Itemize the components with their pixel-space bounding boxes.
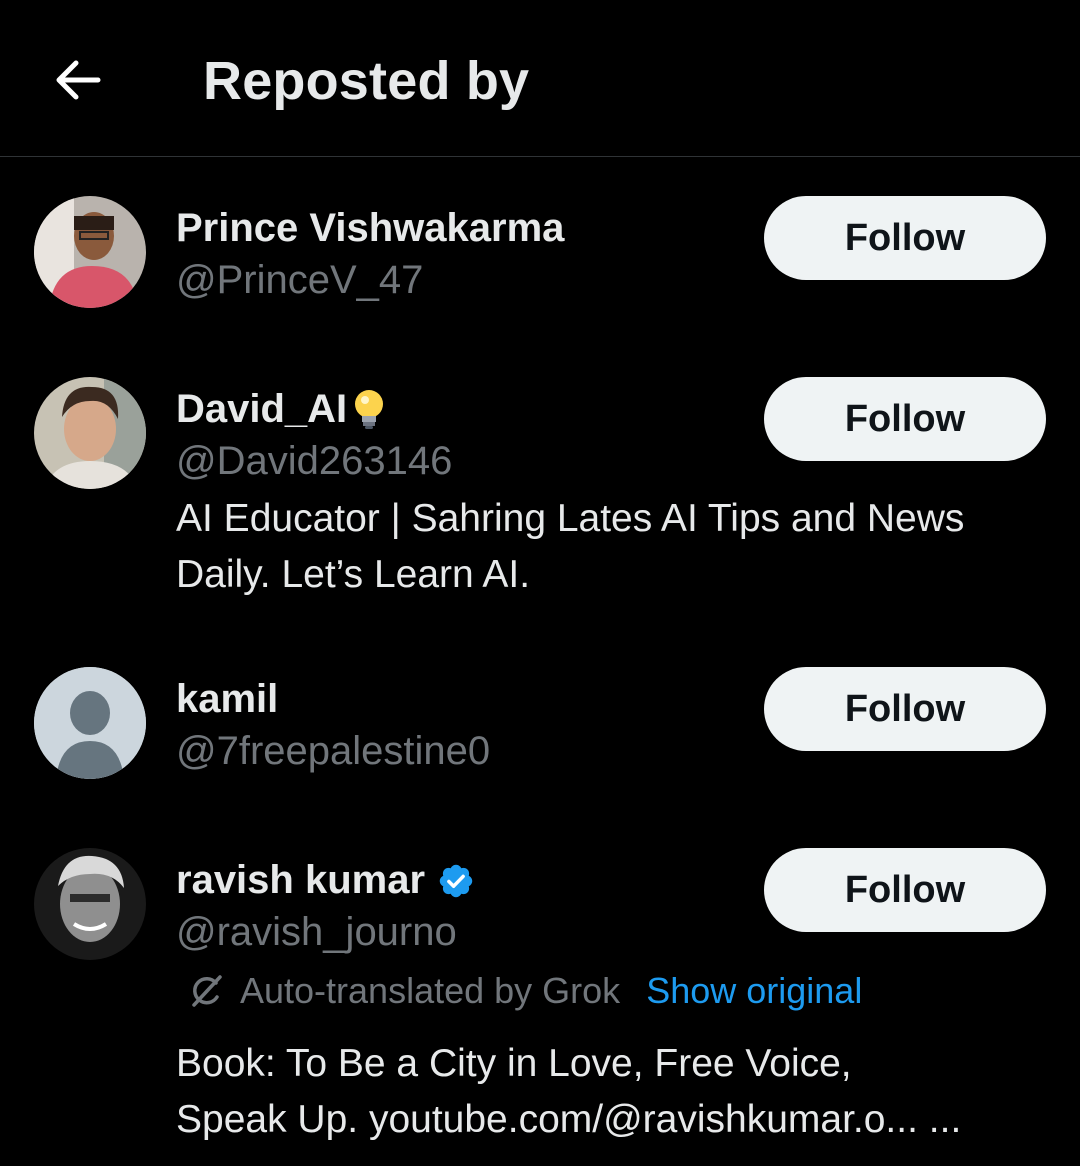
- grok-icon: [192, 975, 222, 1007]
- top-bar: Reposted by: [0, 0, 1080, 157]
- avatar[interactable]: [34, 377, 146, 489]
- user-bio: Book: To Be a City in Love, Free Voice, …: [176, 1036, 1046, 1148]
- bio-line: Daily. Let’s Learn AI.: [176, 553, 531, 596]
- follow-button[interactable]: Follow: [764, 848, 1046, 932]
- user-name-text: David_AI: [176, 387, 348, 431]
- user-name[interactable]: David_AI: [176, 387, 387, 432]
- bio-line: AI Educator | Sahring Lates AI Tips and …: [176, 497, 965, 540]
- translation-label: Auto-translated by Grok: [240, 970, 621, 1011]
- lightbulb-icon: [355, 389, 384, 429]
- bio-line: Book: To Be a City in Love, Free Voice,: [176, 1042, 852, 1085]
- arrow-left-icon[interactable]: [52, 54, 104, 106]
- user-name[interactable]: Prince Vishwakarma: [176, 206, 564, 251]
- user-name-text: ravish kumar: [176, 858, 426, 902]
- user-bio: AI Educator | Sahring Lates AI Tips and …: [176, 491, 1046, 603]
- verified-badge-icon: [439, 864, 473, 897]
- default-avatar[interactable]: [34, 667, 146, 779]
- user-handle: @David263146: [176, 439, 453, 483]
- user-name[interactable]: kamil: [176, 677, 278, 722]
- user-handle: @PrinceV_47: [176, 258, 424, 302]
- follow-button[interactable]: Follow: [764, 377, 1046, 461]
- user-handle: @7freepalestine0: [176, 729, 491, 773]
- page-title: Reposted by: [203, 51, 530, 111]
- avatar[interactable]: [34, 196, 146, 308]
- avatar[interactable]: [34, 848, 146, 960]
- translation-note: Auto-translated by Grok Show original: [186, 970, 862, 1012]
- follow-button[interactable]: Follow: [764, 196, 1046, 280]
- user-name[interactable]: ravish kumar: [176, 858, 475, 903]
- show-original-link[interactable]: Show original: [646, 970, 862, 1012]
- bio-line: Speak Up. youtube.com/@ravishkumar.o... …: [176, 1098, 962, 1141]
- follow-button[interactable]: Follow: [764, 667, 1046, 751]
- user-handle: @ravish_journo: [176, 910, 457, 954]
